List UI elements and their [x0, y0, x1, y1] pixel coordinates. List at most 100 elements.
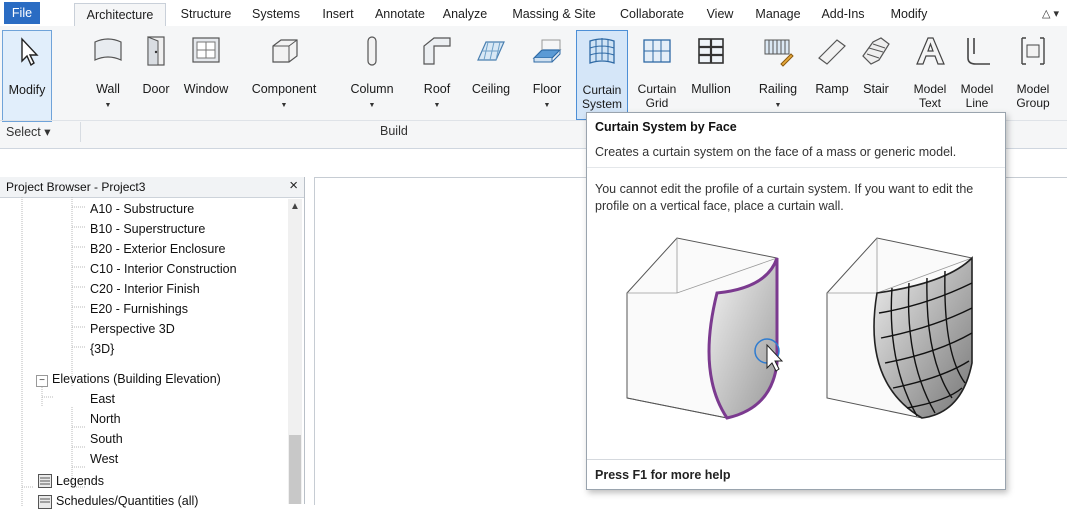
wall-label: Wall [96, 82, 120, 96]
railing-dropdown-icon[interactable]: ▼ [752, 102, 804, 109]
model-group-label: Model Group [1016, 82, 1050, 110]
tree-group-elevations[interactable]: Elevations (Building Elevation) [52, 369, 221, 389]
component-dropdown-icon[interactable]: ▼ [242, 102, 326, 109]
scroll-up-icon[interactable]: ▲ [290, 201, 300, 212]
component-icon [272, 39, 298, 63]
stair-icon [862, 37, 890, 65]
floor-button[interactable]: Floor ▼ [524, 30, 570, 120]
tree-item[interactable]: C10 - Interior Construction [90, 259, 237, 279]
roof-button[interactable]: Roof ▼ [416, 30, 458, 120]
column-icon [367, 36, 377, 66]
schedule-icon [38, 495, 52, 509]
tree-group-legends[interactable]: Legends [56, 471, 104, 491]
tree-item[interactable]: {3D} [90, 339, 114, 359]
tree-item[interactable]: West [90, 449, 118, 469]
tooltip-separator [587, 167, 1005, 168]
stair-label: Stair [863, 82, 889, 96]
wall-dropdown-icon[interactable]: ▼ [86, 102, 130, 109]
tab-massing-site[interactable]: Massing & Site [502, 3, 606, 25]
project-browser: Project Browser - Project3 × A10 - Subst… [0, 177, 305, 509]
scrollbar-thumb[interactable] [289, 435, 301, 504]
ceiling-label: Ceiling [471, 82, 511, 96]
model-group-icon [1021, 37, 1045, 65]
tab-manage[interactable]: Manage [748, 3, 808, 25]
tree-item[interactable]: E20 - Furnishings [90, 299, 188, 319]
tab-insert[interactable]: Insert [314, 3, 362, 25]
model-group-button[interactable]: Model Group [1004, 30, 1062, 120]
tree-item[interactable]: B10 - Superstructure [90, 219, 205, 239]
curtain-system-label: Curtain System [581, 83, 622, 111]
tab-systems[interactable]: Systems [246, 3, 306, 25]
tab-annotate[interactable]: Annotate [368, 3, 432, 25]
model-text-icon [916, 37, 945, 65]
build-panel-label: Build [380, 124, 408, 138]
curtain-grid-icon [643, 39, 671, 63]
door-button[interactable]: Door [136, 30, 176, 120]
ramp-label: Ramp [815, 82, 849, 96]
curtain-system-illustration [626, 237, 973, 420]
ceiling-button[interactable]: Ceiling [466, 30, 516, 120]
ramp-icon [818, 39, 846, 65]
door-label: Door [142, 82, 170, 96]
railing-button[interactable]: Railing ▼ [752, 30, 804, 120]
curtain-system-icon [589, 38, 615, 64]
model-text-button[interactable]: Model Text [906, 30, 954, 120]
tree-item[interactable]: Perspective 3D [90, 319, 175, 339]
tree-item[interactable]: B20 - Exterior Enclosure [90, 239, 225, 259]
tree-item[interactable]: A10 - Substructure [90, 199, 194, 219]
mullion-button[interactable]: Mullion [686, 30, 736, 120]
tab-add-ins[interactable]: Add-Ins [814, 3, 872, 25]
roof-icon [423, 37, 451, 65]
tree-item[interactable]: North [90, 409, 121, 429]
window-icon [192, 37, 220, 63]
tree-group-schedules[interactable]: Schedules/Quantities (all) [56, 491, 198, 511]
model-text-label: Model Text [913, 82, 947, 110]
tooltip-footer-separator [587, 459, 1005, 460]
tab-file[interactable]: File [4, 2, 40, 24]
model-line-label: Model Line [960, 82, 994, 110]
wall-button[interactable]: Wall ▼ [86, 30, 130, 120]
ramp-button[interactable]: Ramp [810, 30, 854, 120]
modify-label: Modify [8, 83, 46, 97]
select-panel-dropdown[interactable]: Select ▾ [6, 124, 51, 139]
tab-modify[interactable]: Modify [878, 3, 940, 25]
tab-structure[interactable]: Structure [172, 3, 240, 25]
ribbon-minimize-toggle[interactable]: △ ▾ [1042, 7, 1059, 20]
model-line-button[interactable]: Model Line [954, 30, 1000, 120]
floor-dropdown-icon[interactable]: ▼ [524, 102, 570, 109]
curtain-grid-button[interactable]: Curtain Grid [630, 30, 684, 120]
tab-architecture[interactable]: Architecture [74, 3, 166, 27]
stair-button[interactable]: Stair [856, 30, 896, 120]
tab-collaborate[interactable]: Collaborate [612, 3, 692, 25]
tree-item[interactable]: South [90, 429, 123, 449]
model-line-icon [967, 38, 990, 65]
mullion-label: Mullion [691, 82, 731, 96]
legends-icon [38, 474, 52, 488]
close-icon[interactable]: × [289, 177, 298, 194]
curtain-system-button[interactable]: Curtain System [576, 30, 628, 120]
tree-item[interactable]: East [90, 389, 115, 409]
column-label: Column [350, 82, 394, 96]
project-browser-title: Project Browser - Project3 [6, 180, 146, 194]
panel-separator [80, 122, 81, 142]
tab-view[interactable]: View [700, 3, 740, 25]
collapse-toggle-icon[interactable]: − [36, 375, 48, 387]
tab-analyze[interactable]: Analyze [436, 3, 494, 25]
tree-connector-lines [21, 197, 86, 507]
door-icon [147, 36, 165, 66]
window-label: Window [183, 82, 229, 96]
roof-dropdown-icon[interactable]: ▼ [416, 102, 458, 109]
project-browser-titlebar: Project Browser - Project3 × [0, 177, 304, 198]
floor-label: Floor [532, 82, 562, 96]
component-button[interactable]: Component ▼ [242, 30, 326, 120]
column-dropdown-icon[interactable]: ▼ [344, 102, 400, 109]
tree-item[interactable]: C20 - Interior Finish [90, 279, 200, 299]
modify-button[interactable]: Modify [2, 30, 52, 122]
tooltip-note: You cannot edit the profile of a curtain… [595, 182, 974, 213]
ribbon-tab-bar: File Architecture Structure Systems Inse… [0, 0, 1067, 27]
mullion-icon [698, 38, 724, 64]
roof-label: Roof [423, 82, 451, 96]
window-button[interactable]: Window [178, 30, 234, 120]
floor-icon [532, 39, 562, 63]
column-button[interactable]: Column ▼ [344, 30, 400, 120]
